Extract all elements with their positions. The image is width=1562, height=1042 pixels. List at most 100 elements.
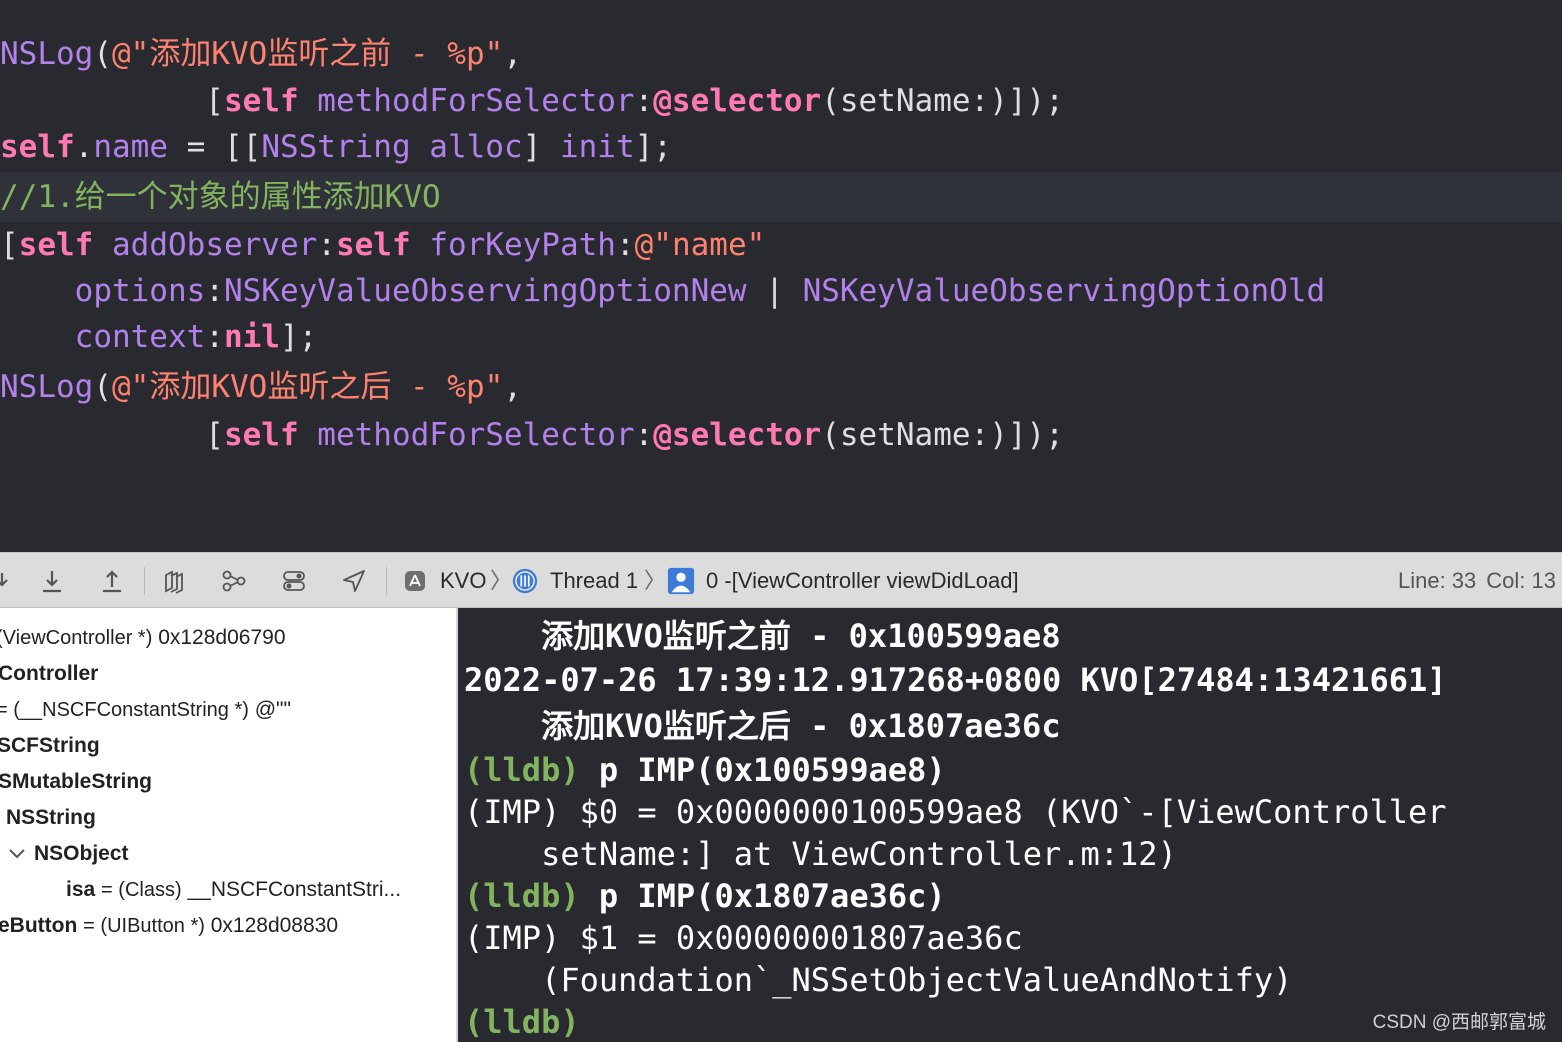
code-token: name bbox=[93, 129, 168, 165]
lldb-prompt: (lldb) bbox=[464, 1003, 580, 1041]
lldb-prompt: (lldb) bbox=[464, 877, 580, 915]
code-token: : bbox=[634, 417, 654, 453]
debug-toolbar: KVO 〉 Thread 1 〉 0 -[ViewController view… bbox=[0, 552, 1562, 608]
toolbar-divider bbox=[144, 567, 145, 595]
console-line: (IMP) $1 = 0x00000001807ae36c bbox=[464, 916, 1023, 960]
chevron-down-icon[interactable] bbox=[8, 836, 34, 872]
step-over-icon[interactable] bbox=[0, 565, 18, 597]
thread-icon bbox=[510, 565, 540, 597]
code-token: ]; bbox=[279, 319, 318, 355]
console-text: (IMP) $1 = 0x00000001807ae36c bbox=[464, 919, 1023, 957]
variable-row[interactable]: Controller bbox=[0, 656, 98, 692]
memory-graph-icon[interactable] bbox=[218, 565, 250, 597]
console-line: 2022-07-26 17:39:12.917268+0800 KVO[2748… bbox=[464, 658, 1447, 702]
code-token: methodForSelector bbox=[317, 417, 635, 453]
code-token: [ bbox=[0, 227, 19, 263]
code-token: (setName:)]); bbox=[821, 417, 1064, 453]
stack-frame-user-icon bbox=[666, 565, 696, 597]
code-token: , bbox=[503, 369, 522, 405]
code-line[interactable]: context:nil]; bbox=[0, 314, 1562, 360]
debug-console[interactable]: 添加KVO监听之前 - 0x100599ae8 2022-07-26 17:39… bbox=[458, 608, 1562, 1042]
source-editor[interactable]: NSLog(@"添加KVO监听之前 - %p", [self methodFor… bbox=[0, 0, 1562, 552]
step-out-icon[interactable] bbox=[96, 565, 128, 597]
code-token: alloc bbox=[429, 129, 523, 165]
breadcrumb-frame[interactable]: 0 -[ViewController viewDidLoad] bbox=[706, 567, 1019, 595]
code-line[interactable]: [self addObserver:self forKeyPath:@"name… bbox=[0, 222, 1562, 268]
code-line[interactable]: [self methodForSelector:@selector(setNam… bbox=[0, 412, 1562, 458]
code-token: : bbox=[205, 273, 224, 309]
variable-row[interactable]: = (__NSCFConstantString *) @"" bbox=[0, 692, 291, 728]
simulate-location-icon[interactable] bbox=[338, 565, 370, 597]
console-text: 添加KVO监听之后 - 0x1807ae36c bbox=[464, 707, 1061, 745]
code-token: | bbox=[746, 273, 803, 309]
code-token: (setName:)]); bbox=[821, 83, 1064, 119]
console-line: (IMP) $0 = 0x0000000100599ae8 (KVO`-[Vie… bbox=[464, 790, 1447, 834]
line-indicator: Line: 33 bbox=[1397, 568, 1477, 593]
code-token: . bbox=[74, 129, 94, 165]
code-token: addObserver bbox=[112, 227, 318, 263]
app-target-icon bbox=[402, 565, 428, 597]
console-text: setName:] at ViewController.m:12) bbox=[464, 835, 1177, 873]
console-text: (IMP) $0 = 0x0000000100599ae8 (KVO`-[Vie… bbox=[464, 793, 1447, 831]
code-token: ( bbox=[93, 36, 112, 72]
variable-row-expanded[interactable]: NSObject bbox=[8, 836, 129, 872]
code-line[interactable]: self.name = [[NSString alloc] init]; bbox=[0, 124, 1562, 170]
variable-row[interactable]: NSString bbox=[6, 800, 96, 836]
console-prompt-line[interactable]: (lldb) bbox=[464, 1000, 580, 1042]
console-line: 添加KVO监听之前 - 0x100599ae8 bbox=[464, 614, 1061, 658]
code-token: self bbox=[223, 417, 299, 453]
code-token: NSKeyValueObservingOptionOld bbox=[802, 273, 1326, 309]
variable-row[interactable]: eButton = (UIButton *) 0x128d08830 bbox=[0, 908, 338, 944]
code-line[interactable]: [self methodForSelector:@selector(setNam… bbox=[0, 78, 1562, 124]
code-token: self bbox=[0, 129, 75, 165]
code-token: @"添加KVO监听之后 - %p" bbox=[112, 369, 504, 405]
breadcrumb-target[interactable]: KVO bbox=[440, 567, 486, 595]
chevron-right-icon: 〉 bbox=[490, 568, 513, 593]
environment-overrides-icon[interactable] bbox=[278, 565, 310, 597]
console-line: (lldb) p IMP(0x1807ae36c) bbox=[464, 874, 946, 918]
breadcrumb-thread[interactable]: Thread 1 bbox=[550, 567, 638, 595]
toolbar-divider bbox=[386, 567, 387, 595]
code-line[interactable]: options:NSKeyValueObservingOptionNew | N… bbox=[0, 268, 1562, 314]
code-token: : bbox=[205, 319, 224, 355]
code-token: self bbox=[18, 227, 94, 263]
variable-row[interactable]: (ViewController *) 0x128d06790 bbox=[0, 620, 286, 656]
code-token: ( bbox=[93, 369, 112, 405]
code-token: init bbox=[559, 129, 635, 165]
code-line-current[interactable]: //1.给一个对象的属性添加KVO bbox=[0, 172, 1562, 222]
code-line[interactable]: NSLog(@"添加KVO监听之后 - %p", bbox=[0, 364, 1562, 410]
variable-row[interactable]: SMutableString bbox=[0, 764, 152, 800]
code-token: : bbox=[317, 227, 336, 263]
code-token: @"name" bbox=[634, 227, 766, 263]
code-token: ] bbox=[522, 129, 560, 165]
col-indicator: Col: 13 bbox=[1486, 568, 1556, 593]
code-token: = [[ bbox=[167, 129, 262, 165]
console-line: (Foundation`_NSSetObjectValueAndNotify) bbox=[464, 958, 1292, 1002]
code-token: [ bbox=[0, 417, 224, 453]
console-text: 添加KVO监听之前 - 0x100599ae8 bbox=[464, 617, 1061, 655]
console-line: 添加KVO监听之后 - 0x1807ae36c bbox=[464, 704, 1061, 748]
variable-row[interactable]: SCFString bbox=[0, 728, 100, 764]
step-into-icon[interactable] bbox=[36, 565, 68, 597]
chevron-right-icon: 〉 bbox=[644, 568, 667, 593]
code-line[interactable]: NSLog(@"添加KVO监听之前 - %p", bbox=[0, 31, 1562, 77]
code-token: methodForSelector bbox=[317, 83, 635, 119]
code-token: : bbox=[615, 227, 635, 263]
code-token: NSLog bbox=[0, 36, 94, 72]
console-line: (lldb) p IMP(0x100599ae8) bbox=[464, 748, 946, 792]
variables-view[interactable]: (ViewController *) 0x128d06790 Controlle… bbox=[0, 608, 458, 1042]
view-hierarchy-icon[interactable] bbox=[158, 565, 190, 597]
code-token: //1.给一个对象的属性添加KVO bbox=[0, 179, 441, 215]
console-text: p IMP(0x1807ae36c) bbox=[579, 877, 946, 915]
code-token: self bbox=[223, 83, 299, 119]
variable-row[interactable]: isa = (Class) __NSCFConstantStri... bbox=[66, 872, 401, 908]
console-text: (Foundation`_NSSetObjectValueAndNotify) bbox=[464, 961, 1293, 999]
code-token: @selector bbox=[653, 83, 822, 119]
code-token: options bbox=[74, 273, 206, 309]
